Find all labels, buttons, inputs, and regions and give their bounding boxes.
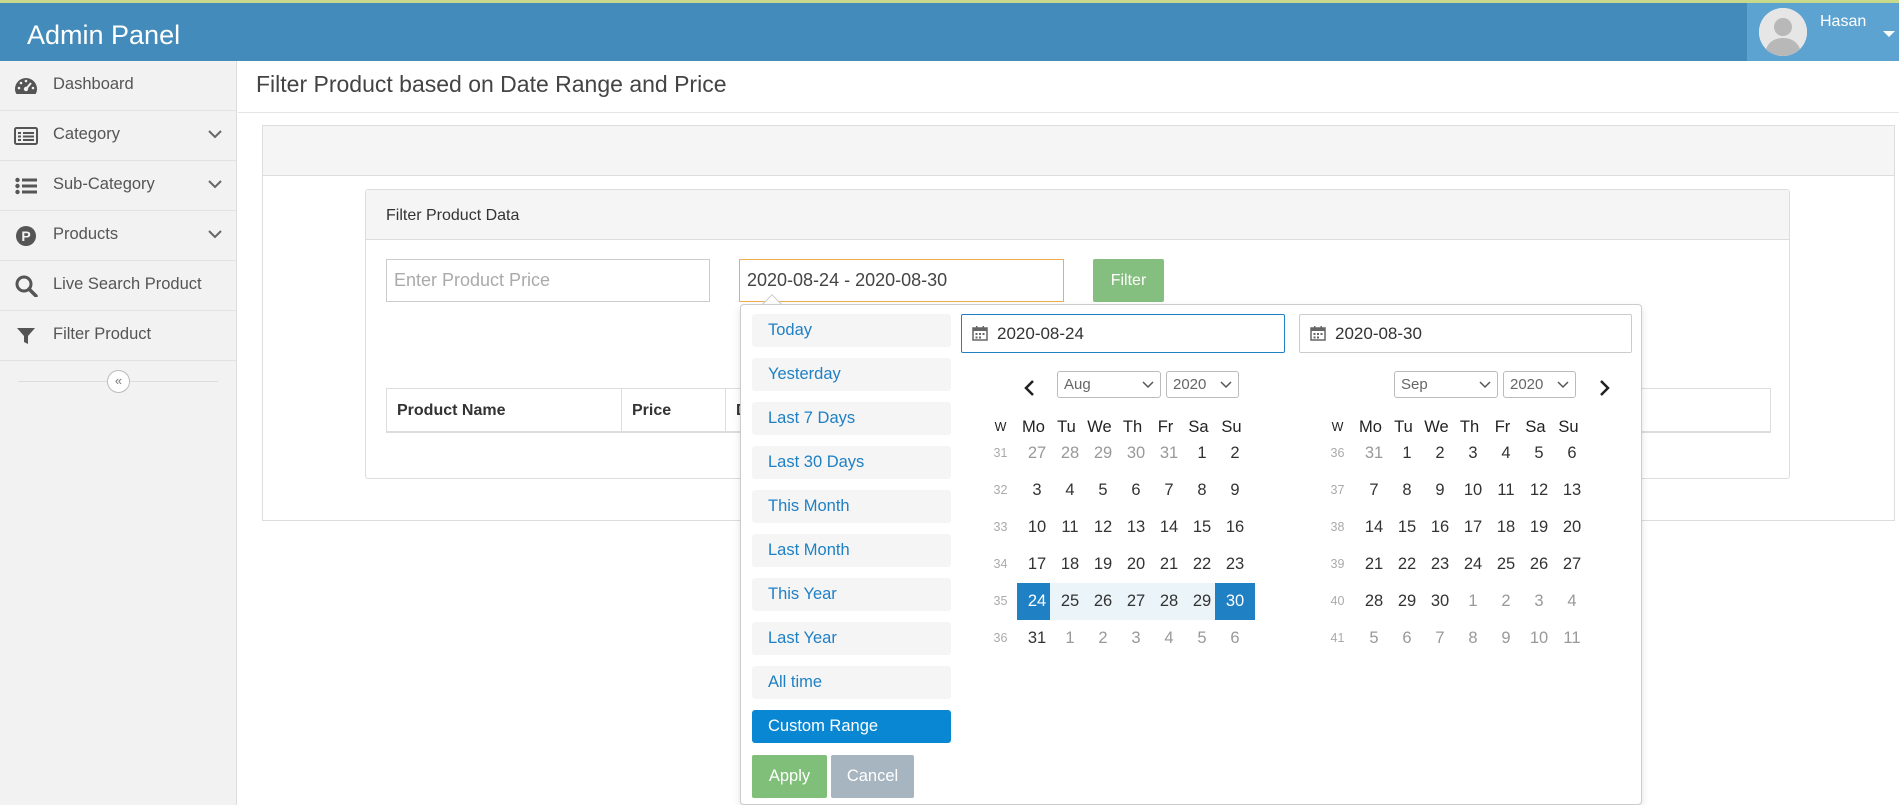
svg-text:P: P [21, 228, 30, 244]
month-select-right[interactable]: Sep [1394, 371, 1498, 398]
filter-panel-heading: Filter Product Data [366, 190, 1789, 240]
range-option[interactable]: Last 7 Days [752, 402, 951, 435]
calendar-day[interactable]: 6 [1215, 620, 1255, 657]
date-range-picker: Today Yesterday Last 7 Days Last 30 Days Thi… [740, 304, 1642, 805]
calendar-icon [1310, 326, 1326, 341]
calendar-day[interactable]: 9 [1215, 472, 1255, 509]
year-select-right[interactable]: 2020 [1503, 371, 1576, 398]
search-icon [15, 275, 38, 297]
sidebar-item-live-search[interactable]: Live Search Product [0, 261, 236, 311]
week-number: 36 [1330, 446, 1345, 460]
week-number: 32 [993, 483, 1008, 497]
calendar-day[interactable]: 2 [1215, 435, 1255, 472]
list-alt-icon [14, 127, 38, 145]
year-select-value: 2020 [1510, 376, 1544, 393]
week-number: 35 [993, 594, 1008, 608]
sidebar-item-label: Category [53, 125, 120, 143]
start-date-input[interactable]: 2020-08-24 [961, 314, 1285, 353]
app-title[interactable]: Admin Panel [27, 20, 180, 51]
price-input[interactable] [386, 259, 710, 302]
sidebar-item-label: Live Search Product [53, 275, 202, 293]
calendar-day[interactable]: 11 [1552, 620, 1592, 657]
date-range-input[interactable]: 2020-08-24 - 2020-08-30 [739, 259, 1064, 302]
user-menu[interactable]: Hasan [1747, 3, 1899, 61]
column-header-price[interactable]: Price [622, 389, 726, 432]
start-date-value: 2020-08-24 [997, 324, 1084, 343]
range-option[interactable]: Last Year [752, 622, 951, 655]
double-chevron-left-icon[interactable]: « [107, 370, 130, 393]
chevron-down-icon [1220, 381, 1232, 389]
month-select-left[interactable]: Aug [1057, 371, 1161, 398]
range-option[interactable]: Yesterday [752, 358, 951, 391]
sidebar-item-category[interactable]: Category [0, 111, 236, 161]
column-header-product-name[interactable]: Product Name [387, 389, 622, 432]
next-month-icon[interactable] [1596, 379, 1612, 397]
end-date-input[interactable]: 2020-08-30 [1299, 314, 1632, 353]
year-select-left[interactable]: 2020 [1166, 371, 1239, 398]
user-avatar-icon [1759, 8, 1807, 56]
sidebar-item-label: Filter Product [53, 325, 152, 343]
week-number: 41 [1330, 631, 1345, 645]
chevron-down-icon [1557, 381, 1569, 389]
range-option[interactable]: All time [752, 666, 951, 699]
calendar-day[interactable]: 6 [1552, 435, 1592, 472]
month-select-value: Sep [1401, 376, 1428, 393]
calendar-day[interactable]: 20 [1552, 509, 1592, 546]
end-date-value: 2020-08-30 [1335, 324, 1422, 343]
caret-down-icon [1883, 31, 1895, 37]
cancel-button[interactable]: Cancel [831, 755, 914, 798]
chevron-down-icon [208, 230, 222, 239]
apply-button[interactable]: Apply [752, 755, 827, 798]
calendar-day[interactable]: 13 [1552, 472, 1592, 509]
top-navbar: Admin Panel Hasan [0, 0, 1899, 61]
chevron-down-icon [208, 130, 222, 139]
range-option[interactable]: Last 30 Days [752, 446, 951, 479]
range-option[interactable]: This Month [752, 490, 951, 523]
sidebar-collapse-row: « [0, 361, 236, 403]
prev-month-icon[interactable] [1022, 379, 1038, 397]
week-number: 37 [1330, 483, 1345, 497]
calendar-icon [972, 326, 988, 341]
sidebar-item-sub-category[interactable]: Sub-Category [0, 161, 236, 211]
filter-icon [17, 328, 35, 344]
chevron-down-icon [208, 180, 222, 189]
calendar-day[interactable]: 4 [1552, 583, 1592, 620]
sidebar-item-label: Dashboard [53, 75, 134, 93]
calendar-day[interactable]: 16 [1215, 509, 1255, 546]
week-number: 38 [1330, 520, 1345, 534]
week-number: 34 [993, 557, 1008, 571]
chevron-down-icon [1142, 381, 1154, 389]
calendar-day[interactable]: 23 [1215, 546, 1255, 583]
week-number: 33 [993, 520, 1008, 534]
week-number: 39 [1330, 557, 1345, 571]
range-option[interactable]: Today [752, 314, 951, 347]
chevron-down-icon [1479, 381, 1491, 389]
filter-button[interactable]: Filter [1093, 259, 1164, 302]
calendar-day[interactable]: 30 [1215, 583, 1255, 620]
sidebar-item-label: Sub-Category [53, 175, 155, 193]
page-title: Filter Product based on Date Range and P… [256, 71, 727, 97]
week-number: 31 [993, 446, 1008, 460]
list-icon [15, 177, 37, 195]
year-select-value: 2020 [1173, 376, 1207, 393]
range-option[interactable]: Custom Range [752, 710, 951, 743]
calendar-day[interactable]: 27 [1552, 546, 1592, 583]
range-option[interactable]: Last Month [752, 534, 951, 567]
product-p-icon: P [16, 226, 36, 246]
sidebar-item-filter-product[interactable]: Filter Product [0, 311, 236, 361]
sidebar-item-dashboard[interactable]: Dashboard [0, 61, 236, 111]
sidebar: Dashboard Category Sub-Category P Produc… [0, 61, 237, 805]
range-option[interactable]: This Year [752, 578, 951, 611]
dashboard-icon [15, 78, 37, 94]
week-number: 36 [993, 631, 1008, 645]
week-number: 40 [1330, 594, 1345, 608]
sidebar-item-label: Products [53, 225, 119, 243]
user-name: Hasan [1820, 13, 1867, 30]
page-header: Filter Product based on Date Range and P… [238, 61, 1899, 113]
outer-panel-heading [263, 126, 1894, 176]
sidebar-item-products[interactable]: P Products [0, 211, 236, 261]
month-select-value: Aug [1064, 376, 1091, 393]
